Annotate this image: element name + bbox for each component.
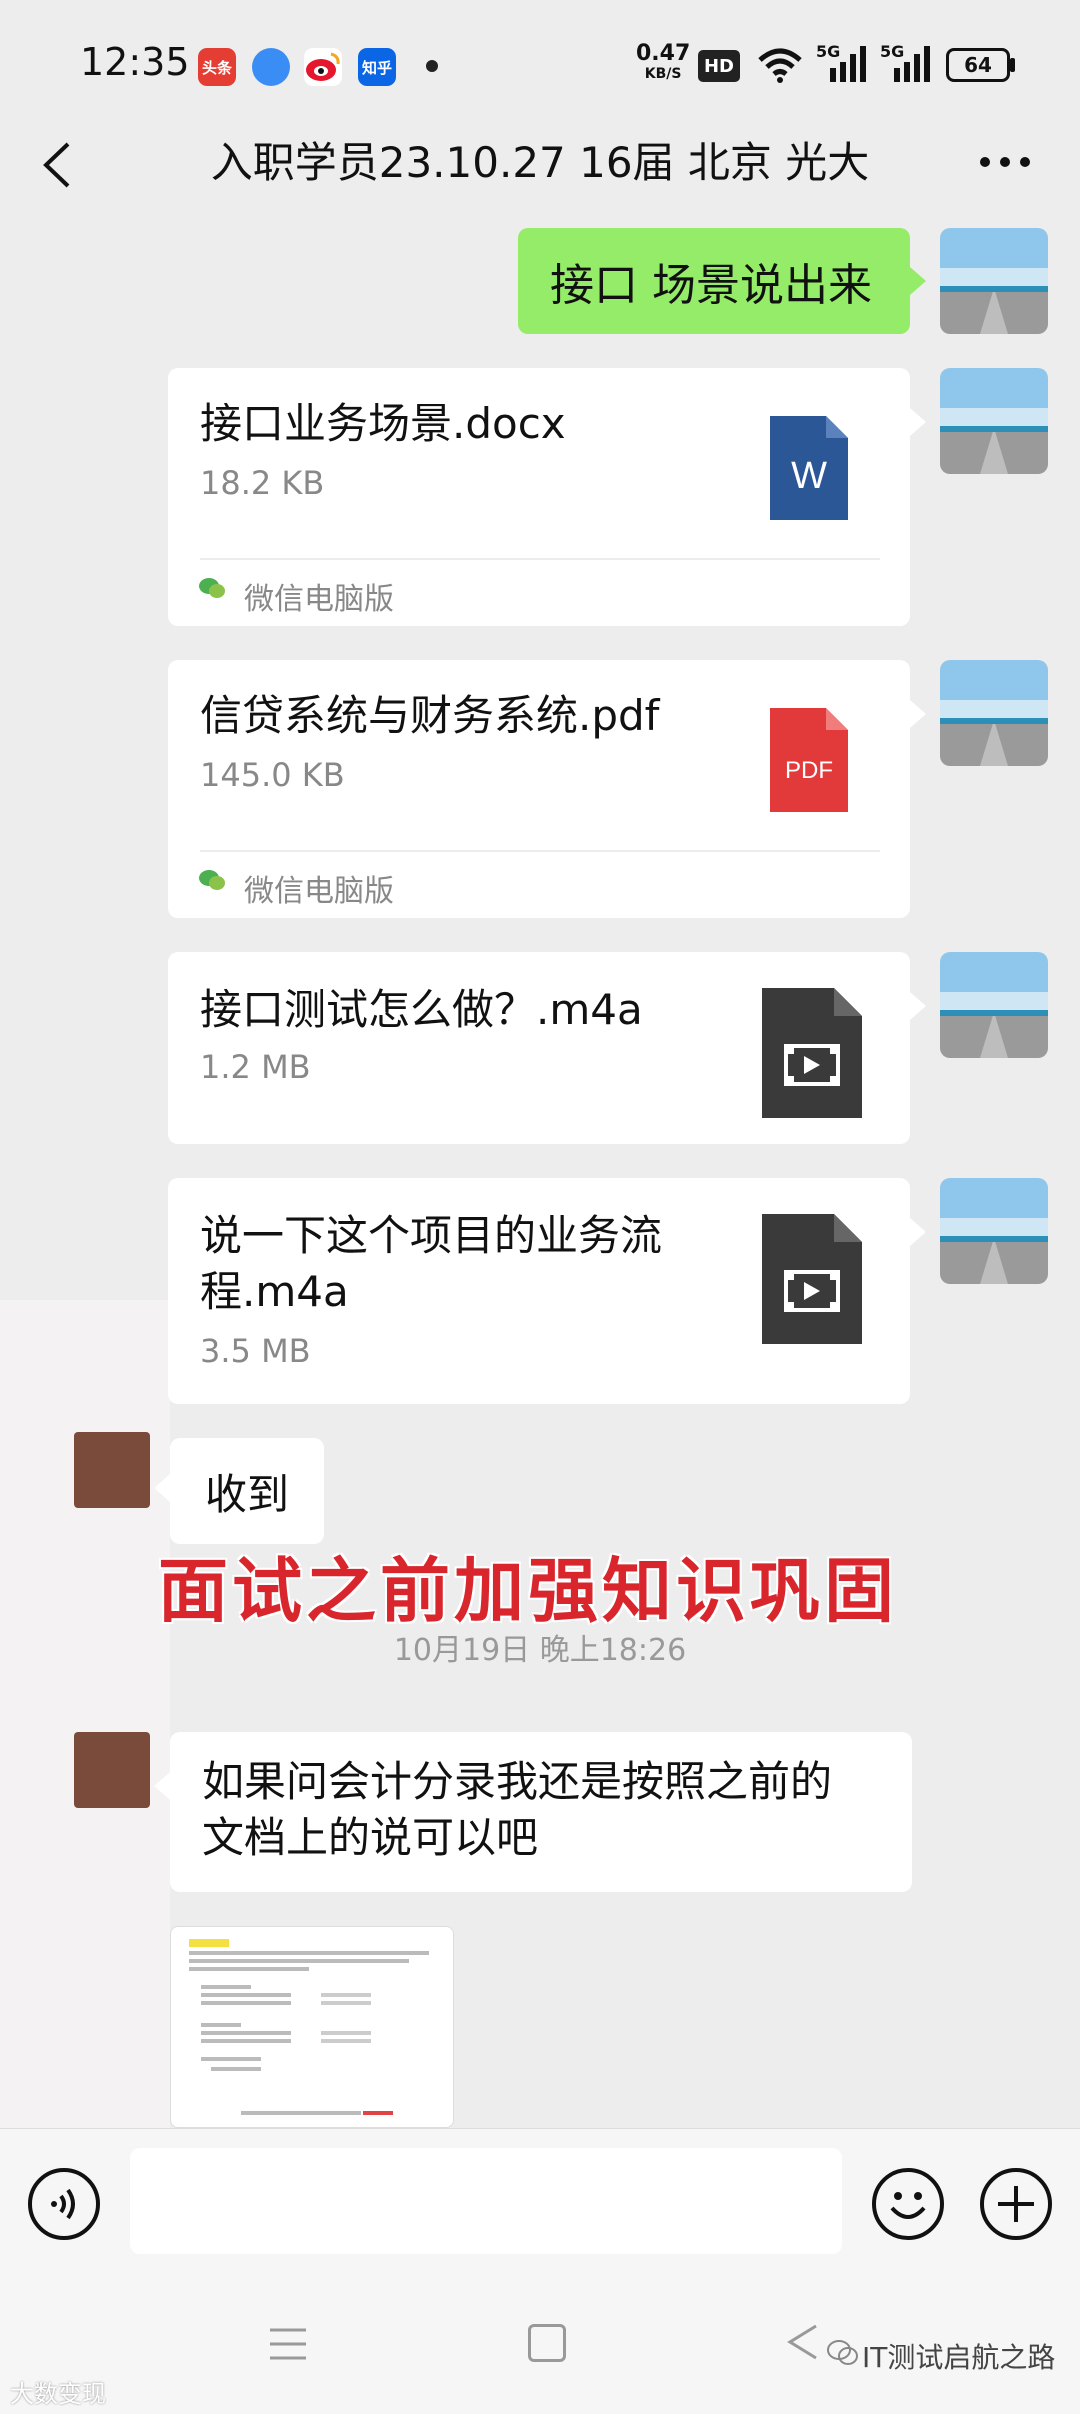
weibo-icon (304, 48, 342, 86)
bubble-tail (910, 267, 926, 295)
blurred-sidebar (0, 1300, 170, 2140)
file-size: 18.2 KB (200, 464, 325, 502)
file-message-audio[interactable]: 说一下这个项目的业务流 程.m4a 3.5 MB (168, 1178, 910, 1404)
file-source: 微信电脑版 (244, 874, 394, 909)
more-dots-icon (980, 157, 1030, 167)
chat-timestamp: 10月19日 晚上18:26 (393, 1633, 687, 1668)
self-avatar[interactable] (940, 368, 1048, 474)
status-bar: 12:35 头条 知乎 0.47 KB/S HD 5G 5G 64 (0, 0, 1080, 130)
contact-avatar[interactable] (74, 1732, 150, 1808)
hd-voice-icon: HD (698, 50, 740, 82)
file-name: 信贷系统与财务系统.pdf (200, 691, 660, 740)
svg-text:PDF: PDF (785, 757, 833, 784)
file-size: 3.5 MB (200, 1332, 311, 1370)
plus-icon (998, 2186, 1034, 2222)
file-message-docx[interactable]: 接口业务场景.docx 18.2 KB W 微信电脑版 (168, 368, 910, 626)
video-file-icon (762, 1214, 862, 1344)
zhihu-icon: 知乎 (358, 48, 396, 86)
more-options-button[interactable] (980, 2168, 1052, 2240)
voice-input-button[interactable] (28, 2168, 100, 2240)
wifi-icon (758, 48, 802, 83)
file-name: 接口业务场景.docx (200, 399, 566, 448)
triangle-back-icon (787, 2324, 817, 2360)
message-bubble-sent[interactable]: 接口 场景说出来 (518, 228, 910, 334)
file-message-pdf[interactable]: 信贷系统与财务系统.pdf 145.0 KB PDF 微信电脑版 (168, 660, 910, 918)
file-name: 接口测试怎么做？.m4a (200, 985, 643, 1034)
wechat-watermark-icon (826, 2338, 860, 2368)
toutiao-icon: 头条 (198, 48, 236, 86)
bubble-tail (910, 408, 926, 436)
signal-5g-2-icon: 5G (880, 42, 936, 84)
notification-dot (426, 60, 438, 72)
self-avatar[interactable] (940, 228, 1048, 334)
wechat-icon (198, 868, 226, 892)
overlay-caption: 面试之前加强知识巩固 (158, 1549, 898, 1632)
back-nav-button[interactable] (786, 2322, 822, 2362)
chevron-left-icon (43, 142, 70, 188)
bubble-tail (154, 1474, 170, 1502)
bubble-tail (910, 1218, 926, 1246)
message-text-line1: 如果问会计分录我还是按照之前的 (202, 1757, 833, 1806)
file-message-audio[interactable]: 接口测试怎么做？.m4a 1.2 MB (168, 952, 910, 1144)
message-text: 收到 (204, 1469, 289, 1519)
app-blue-icon (252, 48, 290, 86)
battery-tip (1010, 58, 1015, 72)
message-bubble-received[interactable]: 如果问会计分录我还是按照之前的 文档上的说可以吧 (170, 1732, 912, 1892)
menu-nav-button[interactable] (268, 2324, 308, 2364)
file-size: 145.0 KB (200, 756, 345, 794)
message-text: 接口 场景说出来 (550, 260, 872, 311)
svg-text:W: W (791, 455, 827, 497)
chat-title: 入职学员23.10.27 16届 北京 光大 (210, 138, 870, 187)
video-file-icon (762, 988, 862, 1118)
pdf-file-icon: PDF (770, 708, 848, 812)
watermark-left: 大数变现 (10, 2380, 106, 2408)
smiley-icon (890, 2192, 926, 2219)
contact-avatar[interactable] (74, 1432, 150, 1508)
bubble-tail (910, 700, 926, 728)
home-nav-button[interactable] (528, 2324, 566, 2362)
self-avatar[interactable] (940, 1178, 1048, 1284)
divider (200, 850, 880, 852)
file-name-line2: 程.m4a (200, 1267, 349, 1316)
file-size: 1.2 MB (200, 1048, 311, 1086)
divider (200, 558, 880, 560)
more-button[interactable] (975, 140, 1035, 180)
word-file-icon: W (770, 416, 848, 520)
message-text-line2: 文档上的说可以吧 (202, 1813, 539, 1862)
wechat-icon (198, 576, 226, 600)
watermark-right: IT测试启航之路 (862, 2341, 1056, 2374)
self-avatar[interactable] (940, 952, 1048, 1058)
bubble-tail (154, 1772, 170, 1800)
self-avatar[interactable] (940, 660, 1048, 766)
menu-icon (270, 2328, 306, 2360)
network-speed: 0.47 KB/S (636, 41, 691, 83)
file-name-line1: 说一下这个项目的业务流 (200, 1211, 663, 1260)
message-input[interactable] (130, 2148, 842, 2254)
signal-5g-1-icon: 5G (816, 42, 872, 84)
bubble-tail (910, 992, 926, 1020)
status-time: 12:35 (80, 40, 190, 84)
message-bubble-received[interactable]: 收到 (170, 1438, 324, 1544)
image-message-thumbnail[interactable] (170, 1926, 454, 2128)
back-button[interactable] (38, 140, 78, 190)
battery-icon: 64 (946, 48, 1010, 82)
emoji-button[interactable] (872, 2168, 944, 2240)
voice-icon (51, 2188, 75, 2220)
file-source: 微信电脑版 (244, 582, 394, 617)
